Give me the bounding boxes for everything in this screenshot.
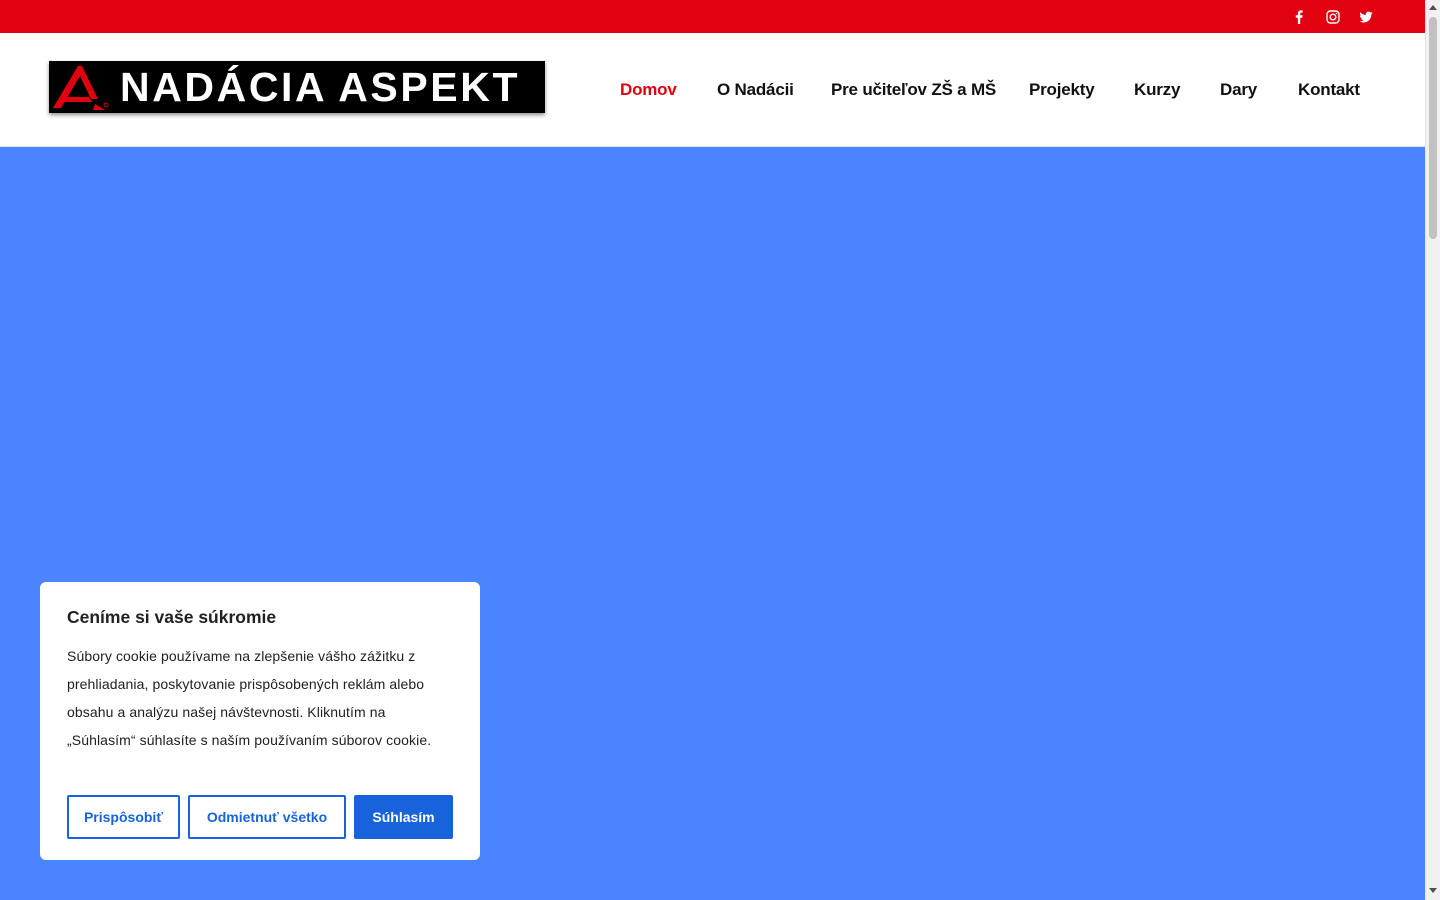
nav-item-domov[interactable]: Domov bbox=[620, 78, 677, 102]
instagram-link[interactable] bbox=[1321, 0, 1345, 33]
cookie-consent-banner: Ceníme si vaše súkromie Súbory cookie po… bbox=[40, 582, 480, 860]
nav-item-kontakt[interactable]: Kontakt bbox=[1298, 78, 1360, 102]
customize-button[interactable]: Prispôsobiť bbox=[67, 795, 180, 839]
reject-all-button[interactable]: Odmietnuť všetko bbox=[188, 795, 346, 839]
nav-item-o-nadacii[interactable]: O Nadácii bbox=[717, 78, 794, 102]
site-header: NADÁCIA ASPEKT Domov O Nadácii Pre učite… bbox=[0, 33, 1425, 147]
site-logo[interactable]: NADÁCIA ASPEKT bbox=[49, 61, 545, 113]
cookie-banner-text: Súbory cookie používame na zlepšenie váš… bbox=[67, 648, 432, 748]
twitter-icon bbox=[1359, 11, 1373, 22]
page-scrollbar[interactable] bbox=[1425, 0, 1440, 900]
cookie-banner-title: Ceníme si vaše súkromie bbox=[67, 607, 277, 627]
nav-item-dary[interactable]: Dary bbox=[1220, 78, 1257, 102]
nav-item-projekty[interactable]: Projekty bbox=[1029, 78, 1095, 102]
facebook-icon bbox=[1295, 9, 1303, 24]
accept-button[interactable]: Súhlasím bbox=[354, 795, 453, 839]
scrollbar-thumb[interactable] bbox=[1429, 17, 1437, 239]
aspekt-logo-mark-icon bbox=[53, 66, 109, 110]
top-bar bbox=[0, 0, 1425, 33]
nav-item-kurzy[interactable]: Kurzy bbox=[1134, 78, 1180, 102]
twitter-link[interactable] bbox=[1354, 0, 1378, 33]
logo-text: NADÁCIA ASPEKT bbox=[120, 64, 521, 110]
scroll-down-arrow-icon[interactable] bbox=[1429, 888, 1437, 893]
scroll-up-arrow-icon[interactable] bbox=[1429, 5, 1437, 10]
facebook-link[interactable] bbox=[1287, 0, 1311, 33]
instagram-icon bbox=[1326, 9, 1340, 24]
nav-item-pre-ucitelov[interactable]: Pre učiteľov ZŠ a MŠ bbox=[831, 78, 996, 102]
